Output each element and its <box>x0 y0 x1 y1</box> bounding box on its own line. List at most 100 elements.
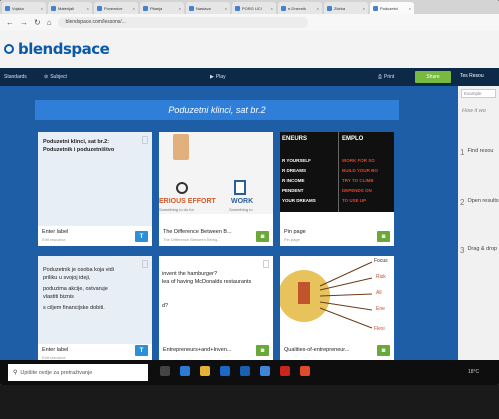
store-icon[interactable] <box>220 366 230 376</box>
home-icon[interactable]: ⌂ <box>47 18 52 27</box>
poster-thumbnail: ENEURS R YOURSELF R DREAMS R INCOME PEND… <box>280 132 394 212</box>
acrobat-icon[interactable] <box>280 366 290 376</box>
close-icon[interactable]: × <box>317 6 319 11</box>
favicon-icon <box>189 5 194 11</box>
camera-icon: ◙ <box>377 231 390 242</box>
tile-media[interactable]: ERIOUS EFFORT WORK Something to do for S… <box>159 132 273 246</box>
person-illustration <box>173 134 189 160</box>
lesson-title[interactable]: Poduzetni klinci, sat br.2 <box>35 100 399 120</box>
app-icon[interactable] <box>260 366 270 376</box>
favicon-icon <box>51 5 56 11</box>
url-field[interactable]: blendspace.com/lessons/... <box>57 16 308 28</box>
text-type-icon: T <box>135 345 148 356</box>
text-type-icon: T <box>135 231 148 242</box>
blendspace-logo-icon <box>4 44 14 54</box>
how-it-works-heading: How it wo <box>462 108 486 114</box>
forward-icon[interactable]: → <box>20 18 28 27</box>
chrome-icon[interactable] <box>300 366 310 376</box>
favicon-icon <box>373 5 378 11</box>
subject-menu[interactable]: ⊘ Subject <box>44 74 67 80</box>
close-icon[interactable]: × <box>179 6 181 11</box>
search-icon: ⚲ <box>13 370 18 376</box>
pin-icon[interactable] <box>263 260 269 268</box>
taskbar-search-input[interactable]: ⚲ Upišite ovdje za pretraživanje <box>8 364 148 381</box>
mindmap-line <box>319 261 373 287</box>
tile-media[interactable]: Focus Risk All Ene Flexi Qualities-of-en… <box>280 256 394 360</box>
windows-taskbar: ⚲ Upišite ovdje za pretraživanje 18°C <box>0 360 499 385</box>
browser-tab-strip: Vojska × Materijali × Poveznice × Pitanja × … <box>0 0 499 14</box>
step-find: 1 Find resou <box>460 148 494 157</box>
weather-readout: 18°C <box>468 369 480 375</box>
tile-subtitle: Pin page <box>284 237 300 242</box>
camera-icon: ◙ <box>377 345 390 356</box>
close-icon[interactable]: × <box>271 6 273 11</box>
close-icon[interactable]: × <box>87 6 89 11</box>
close-icon[interactable]: × <box>409 6 411 11</box>
tile-label[interactable]: Pin page <box>284 229 390 235</box>
tile-label[interactable]: Entrepreneurs+and+Inven... <box>163 347 269 353</box>
step-open: 2 Open results <box>460 198 499 207</box>
tile-label[interactable]: Enter label <box>42 347 148 353</box>
pin-icon[interactable] <box>142 136 148 144</box>
print-icon: ⎙ <box>378 74 383 80</box>
blendspace-logo[interactable]: blendspace <box>18 40 110 58</box>
divider <box>338 132 339 212</box>
standards-menu[interactable]: Standards <box>4 74 27 80</box>
tile-media[interactable]: ENEURS R YOURSELF R DREAMS R INCOME PEND… <box>280 132 394 246</box>
edge-icon[interactable] <box>180 366 190 376</box>
document-icon <box>234 180 246 195</box>
print-button[interactable]: ⎙ Print <box>378 74 394 80</box>
browser-tab[interactable]: e-Dnevnik × <box>278 2 322 14</box>
resource-side-panel: Tes Resou Example How it wo <box>458 68 499 366</box>
browser-tab[interactable]: Nastava × <box>186 2 230 14</box>
play-button[interactable]: ▶ Play <box>210 74 226 80</box>
mindmap-line <box>319 277 373 291</box>
browser-tab[interactable]: Poveznice × <box>94 2 138 14</box>
clock-icon <box>176 182 188 194</box>
subject-icon: ⊘ <box>44 74 49 80</box>
tile-subtitle: Edit resource <box>42 237 66 242</box>
lesson-toolbar: Standards ⊘ Subject ▶ Play ⎙ Print Share <box>0 68 458 86</box>
file-explorer-icon[interactable] <box>200 366 210 376</box>
tile-text[interactable]: Poduzetnik je osoba koja vidi priliku u … <box>38 256 152 360</box>
pin-icon[interactable] <box>142 260 148 268</box>
tile-body-text: Poduzetni klinci, sat br.2: Poduzetnik i… <box>43 139 115 153</box>
browser-tab[interactable]: Vojska × <box>2 2 46 14</box>
side-panel-title: Tes Resou <box>458 68 499 86</box>
mindmap-line <box>319 307 373 329</box>
tile-label[interactable]: Qualities-of-entrepreneur... <box>284 347 390 353</box>
favicon-icon <box>97 5 102 11</box>
site-header: blendspace <box>0 30 499 68</box>
resource-search-input[interactable]: Example <box>461 89 496 98</box>
poster-caption-left: ERIOUS EFFORT <box>159 198 216 205</box>
browser-tab[interactable]: Pitanja × <box>140 2 184 14</box>
browser-tab[interactable]: PORG UCI × <box>232 2 276 14</box>
back-icon[interactable]: ← <box>6 18 14 27</box>
mail-icon[interactable] <box>240 366 250 376</box>
close-icon[interactable]: × <box>41 6 43 11</box>
favicon-icon <box>235 5 240 11</box>
reload-icon[interactable]: ↻ <box>34 18 41 27</box>
camera-icon: ◙ <box>256 231 269 242</box>
task-view-icon[interactable] <box>160 366 170 376</box>
browser-tab-active[interactable]: Poduzetni × <box>370 2 414 14</box>
close-icon[interactable]: × <box>363 6 365 11</box>
close-icon[interactable]: × <box>225 6 227 11</box>
step-drag: 3 Drag & drop <box>460 246 498 255</box>
tile-body: Poduzetnik je osoba koja vidi priliku u … <box>43 267 114 311</box>
tile-label[interactable]: The Difference Between B... <box>163 229 269 235</box>
tile-media[interactable]: invent the hamburger? lea of having McDo… <box>159 256 273 360</box>
browser-tab[interactable]: Zbirka × <box>324 2 368 14</box>
tile-subtitle: The Difference Between Being... <box>163 237 221 242</box>
share-button[interactable]: Share <box>415 71 451 83</box>
tile-body: invent the hamburger? lea of having McDo… <box>162 271 252 309</box>
tile-text[interactable]: Poduzetni klinci, sat br.2: Poduzetnik i… <box>38 132 152 246</box>
close-icon[interactable]: × <box>133 6 135 11</box>
tile-thumbnail: ERIOUS EFFORT WORK Something to do for S… <box>159 132 273 214</box>
screen: Vojska × Materijali × Poveznice × Pitanja × … <box>0 0 499 385</box>
poster-caption-right: WORK <box>231 198 254 205</box>
camera-icon: ◙ <box>256 345 269 356</box>
browser-tab[interactable]: Materijali × <box>48 2 92 14</box>
tile-label[interactable]: Enter label <box>42 229 148 235</box>
person-figure <box>298 282 310 304</box>
